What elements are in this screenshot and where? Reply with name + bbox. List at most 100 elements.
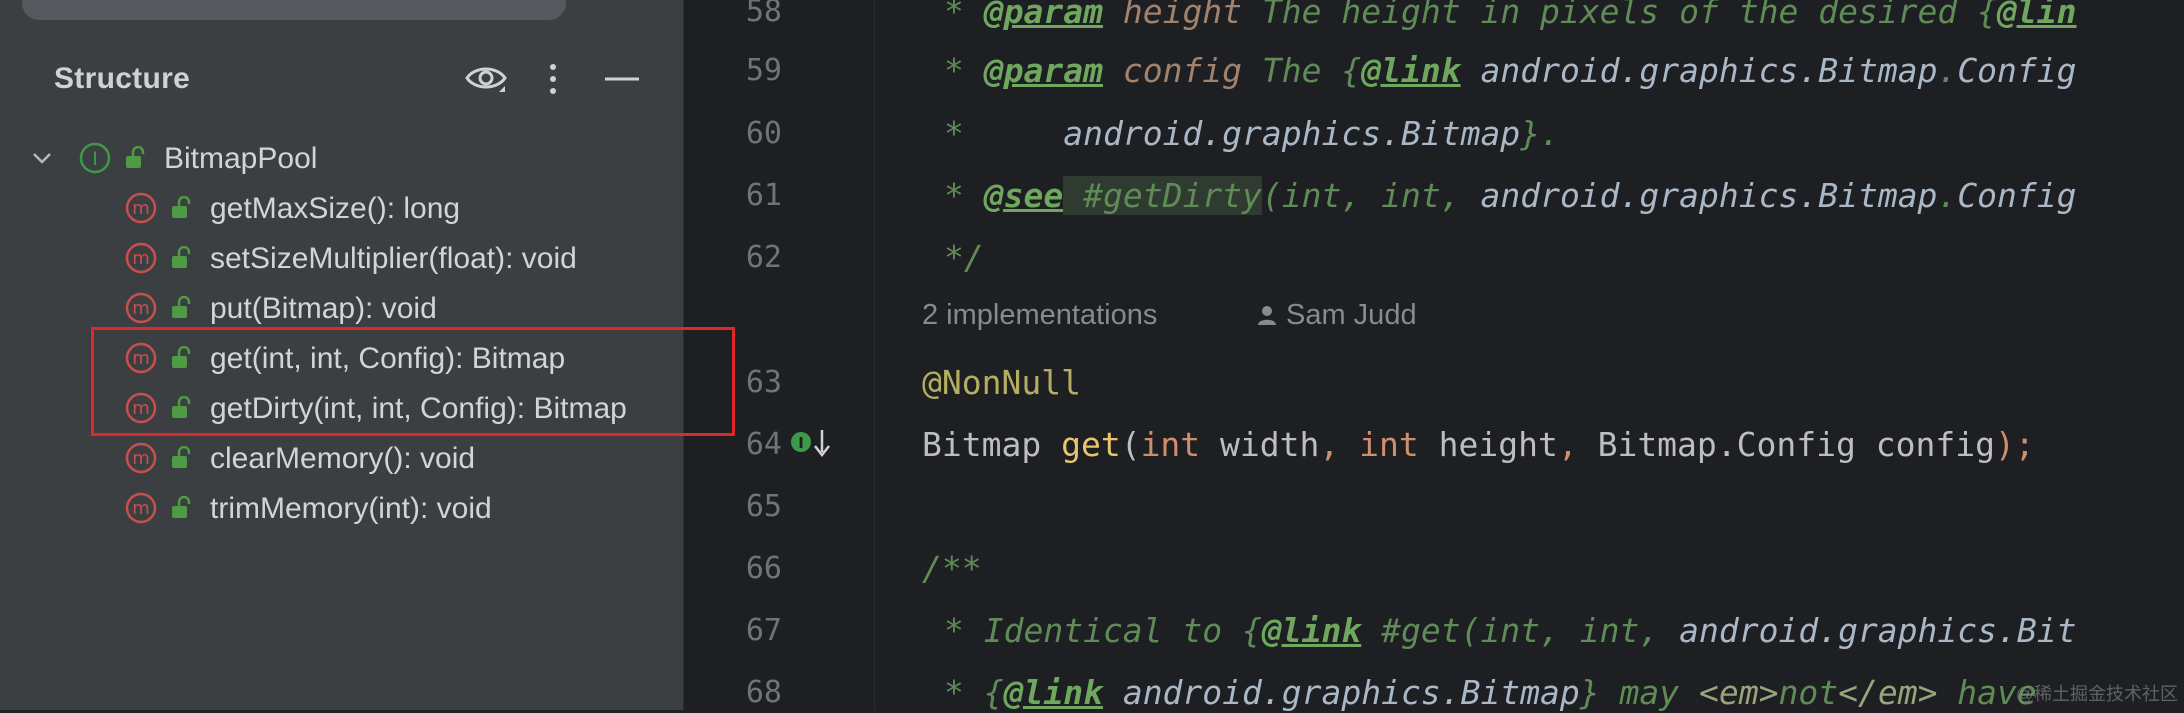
method-name: get [1061,425,1121,464]
tree-node-label: put(Bitmap): void [210,292,437,325]
code-line-63: @NonNull [922,363,1081,403]
tree-node-bitmappool[interactable]: I BitmapPool [0,133,683,183]
tree-node-setsizemultiplier[interactable]: m setSizeMultiplier(float): void [0,233,683,283]
eye-icon [465,67,507,92]
method-icon: m [125,242,157,274]
annotation: @NonNull [922,363,1081,402]
unlock-icon [172,496,191,518]
doc-open: /** [922,549,982,588]
doc-ref: android.graphics.Bitmap [1480,176,1938,215]
method-icon: m [125,492,157,524]
paren: ( [1120,425,1141,464]
line-end: ); [1994,425,2035,464]
doc-text: The height in pixels of the desired { [1242,0,1998,31]
return-type: Bitmap [922,425,1062,464]
doc-text: }. [1520,114,1560,153]
tree-node-label: BitmapPool [164,142,318,175]
author-link[interactable]: Sam Judd [1256,299,1417,332]
method-icon: m [125,192,157,224]
more-options-button[interactable] [528,54,578,104]
tree-node-trimmemory[interactable]: m trimMemory(int): void [0,483,683,533]
panel-title: Structure [54,62,191,95]
doc-tag: @link [1261,611,1362,650]
tree-node-getmaxsize[interactable]: m getMaxSize(): long [0,183,683,233]
doc-ref: android.graphics.Bitmap [1102,673,1580,712]
svg-text:m: m [132,248,150,269]
tree-node-label: getMaxSize(): long [210,192,461,225]
code-area[interactable]: * @param height The height in pixels of … [684,0,2184,713]
doc-text: (int, int, [1261,176,1481,215]
tree-node-label: setSizeMultiplier(float): void [210,242,577,275]
view-options-button[interactable] [461,54,511,104]
doc-html-tag: </em> [1838,673,1938,712]
doc-star: * [944,0,984,31]
code-line-60: * android.graphics.Bitmap}. [944,114,1560,154]
doc-ref: android.graphics.Bitmap [1460,51,1938,90]
svg-text:m: m [132,298,150,319]
horizontal-scrollbar[interactable] [22,0,566,20]
keyword: int [1359,425,1419,464]
hide-panel-button[interactable] [597,54,647,104]
person-icon [1258,306,1276,325]
doc-param-name: config [1102,51,1243,90]
code-line-58: * @param height The height in pixels of … [944,0,2077,32]
doc-tag: @see [983,176,1064,215]
minimize-icon [605,77,639,81]
interface-icon: I [79,142,111,174]
doc-tag: @link [1361,51,1461,90]
doc-ref: Config [1957,51,2077,90]
code-line-68: * {@link android.graphics.Bitmap} may <e… [944,673,2037,713]
code-line-66: /** [922,549,982,589]
chevron-down-icon[interactable] [30,146,54,170]
watermark: @稀土掘金技术社区 [2015,684,2178,704]
svg-text:m: m [132,198,150,219]
svg-text:m: m [132,498,150,519]
unlock-icon [172,246,191,268]
tree-node-label: clearMemory(): void [210,442,476,475]
unlock-icon [172,446,191,468]
doc-tag: @param [983,0,1103,31]
doc-star: * [944,176,984,215]
param-name: height [1418,425,1558,464]
comma: , [1319,425,1360,464]
tree-node-label: trimMemory(int): void [210,492,492,525]
doc-text: * Identical to { [944,611,1262,650]
tree-node-put[interactable]: m put(Bitmap): void [0,283,683,333]
author-name: Sam Judd [1286,299,1417,331]
tree-node-clearmemory[interactable]: m clearMemory(): void [0,433,683,483]
comma: , [1557,425,1598,464]
structure-header: Structure [0,48,683,110]
doc-text: #get(int, int, [1361,611,1680,650]
doc-ref: Config [1957,176,2077,215]
code-line-61: * @see #getDirty(int, int, android.graph… [944,176,2077,216]
doc-html-tag: <em> [1699,673,1779,712]
doc-star: * [944,114,1064,153]
doc-ref: android.graphics.Bitmap [1063,114,1521,153]
unlock-icon [172,296,191,318]
keyword: int [1140,425,1201,464]
unlock-icon [126,146,145,168]
doc-text: * { [944,673,1004,712]
doc-text: } may [1579,673,1699,712]
doc-dot: . [1937,51,1958,90]
doc-text: not [1778,673,1839,712]
doc-star: * [944,51,984,90]
param-type: Bitmap.Config config [1597,425,1995,464]
svg-text:I: I [92,148,98,170]
doc-text: */ [944,238,984,277]
code-line-67: * Identical to {@link #get(int, int, and… [944,611,2076,651]
method-icon: m [125,292,157,324]
doc-tag: @link [1003,673,1103,712]
doc-param-name: height [1102,0,1243,31]
code-line-59: * @param config The {@link android.graph… [944,51,2077,91]
doc-tag: @param [983,51,1103,90]
annotation-highlight-box [91,327,735,436]
code-line-64: Bitmap get(int width, int height, Bitmap… [922,425,2035,465]
doc-text: The { [1242,51,1362,90]
doc-ref: android.graphics.Bit [1679,611,2077,650]
doc-text: #getDirty [1063,176,1262,215]
code-vision-hints: 2 implementations Sam Judd [922,299,1417,341]
code-editor[interactable]: 58 59 60 61 62 63 64 65 66 67 68 I * @pa… [684,0,2184,713]
implementations-link[interactable]: 2 implementations [922,299,1157,331]
doc-tag: @lin [1997,0,2077,31]
